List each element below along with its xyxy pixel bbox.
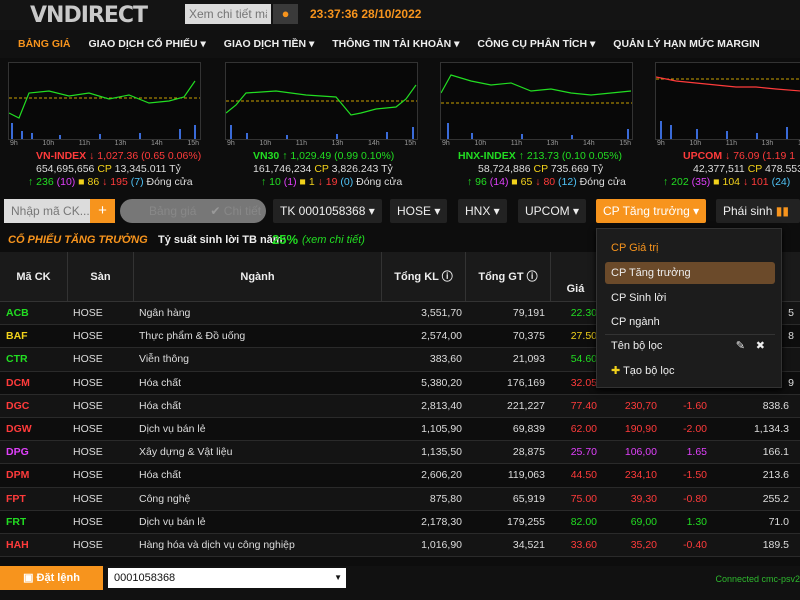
view-toggle[interactable]: Bảng giá ✔ Chi tiết bbox=[120, 199, 266, 223]
menu-stock-trading[interactable]: GIAO DỊCH CỔ PHIẾU ▾ bbox=[80, 38, 215, 50]
index-breadth-line: ↑ 236 (10) ■ 86 ↓ 195 (7) Đóng cửa bbox=[28, 176, 193, 188]
index-volume-line: 161,746,234 CP 3,826.243 Tỷ bbox=[253, 163, 393, 175]
table-row[interactable]: FRT HOSE Dịch vụ bán lẻ 2,178,30 179,255 82.0… bbox=[0, 511, 800, 534]
info-icon: ⓘ bbox=[526, 271, 538, 283]
account-select[interactable]: TK 0001058368 ▾ bbox=[273, 199, 382, 223]
logo: VNDIRECT bbox=[30, 3, 148, 28]
table-row[interactable]: DPM HOSE Hóa chất 2,606,20 119,063 44.50 234,1… bbox=[0, 464, 800, 488]
stock-code-input[interactable]: Nhập mã CK... bbox=[4, 199, 90, 223]
index-chart bbox=[655, 62, 800, 140]
derivative-button[interactable]: Phái sinh ▮▮ bbox=[716, 199, 800, 223]
index-row: 9h 10h 11h 13h 14h 15h VN-INDEX ↓ 1,027.36 (0… bbox=[0, 58, 800, 188]
place-order-button[interactable]: ▣ Đặt lệnh bbox=[0, 566, 103, 590]
index-card-vn30[interactable]: 9h 10h 11h 13h 14h 15h VN30 ↑ 1,029.49 (0.99 … bbox=[225, 62, 418, 189]
dropdown-item-profit[interactable]: CP Sinh lời bbox=[605, 287, 775, 309]
table-row[interactable]: DGW HOSE Dịch vụ bán lẻ 1,105,90 69,839 62.00… bbox=[0, 418, 800, 442]
chart-time-axis: 9h10h11h13h14h15h bbox=[227, 140, 416, 147]
index-volume-line: 42,377,511 CP 478.553 bbox=[693, 163, 800, 175]
edit-icon[interactable]: ✎ bbox=[736, 335, 745, 357]
main-menu: BẢNG GIÁ GIAO DỊCH CỔ PHIẾU ▾ GIAO DỊCH … bbox=[0, 30, 800, 58]
index-breadth-line: ↑ 96 (14) ■ 65 ↓ 80 (12) Đóng cửa bbox=[467, 176, 626, 188]
dropdown-item-create-filter[interactable]: ✚ Tạo bộ lọc bbox=[605, 360, 775, 382]
index-chart bbox=[225, 62, 418, 140]
dropdown-item-growth[interactable]: CP Tăng trưởng bbox=[605, 262, 775, 284]
chart-icon: ▮▮ bbox=[775, 204, 789, 218]
info-icon: ⓘ bbox=[441, 271, 453, 283]
col-industry[interactable]: Ngành bbox=[134, 252, 382, 302]
chevron-down-icon: ▼ bbox=[334, 573, 342, 582]
dropdown-item-value[interactable]: CP Giá trị bbox=[605, 237, 775, 259]
stock-group-dropdown: CP Giá trị CP Tăng trưởng CP Sinh lời CP… bbox=[596, 228, 782, 388]
return-label: Tỷ suất sinh lời TB năm: bbox=[158, 234, 287, 246]
index-volume-line: 58,724,886 CP 735.669 Tỷ bbox=[478, 163, 604, 175]
dropdown-item-industry[interactable]: CP ngành bbox=[605, 311, 775, 333]
menu-price-board[interactable]: BẢNG GIÁ bbox=[0, 38, 80, 50]
index-volume-line: 654,695,656 CP 13,345.011 Tỷ bbox=[36, 163, 181, 175]
col-value[interactable]: Tổng GT ⓘ bbox=[466, 252, 551, 302]
menu-margin[interactable]: QUẢN LÝ HẠN MỨC MARGIN bbox=[604, 38, 768, 50]
return-value: 25% bbox=[272, 232, 299, 247]
eye-icon[interactable]: ● bbox=[273, 4, 298, 24]
table-row[interactable]: HAH HOSE Hàng hóa và dịch vụ công nghiệp 1,… bbox=[0, 533, 800, 558]
menu-cash-trading[interactable]: GIAO DỊCH TIỀN ▾ bbox=[215, 38, 323, 50]
upcom-select[interactable]: UPCOM ▾ bbox=[518, 199, 587, 223]
clock: 23:37:36 28/10/2022 bbox=[310, 7, 422, 21]
table-row[interactable]: DGC HOSE Hóa chất 2,813,40 221,227 77.40 230,7… bbox=[0, 394, 800, 418]
stock-group-select[interactable]: CP Tăng trưởng ▾ bbox=[596, 199, 707, 223]
bottom-bar: ▣ Đặt lệnh 0001058368 ▼ Connected cmc-psv… bbox=[0, 566, 800, 600]
col-exchange[interactable]: Sàn bbox=[68, 252, 134, 302]
order-account-select[interactable]: 0001058368 ▼ bbox=[108, 568, 346, 588]
index-value-line: UPCOM ↓ 76.09 (1.19 1 bbox=[683, 150, 796, 162]
index-chart bbox=[440, 62, 633, 140]
index-breadth-line: ↑ 10 (1) ■ 1 ↓ 19 (0) Đóng cửa bbox=[261, 176, 403, 188]
hose-select[interactable]: HOSE ▾ bbox=[390, 199, 448, 223]
col-price[interactable]: Giá bbox=[551, 252, 601, 302]
table-row[interactable]: DPG HOSE Xây dựng & Vật liệu 1,135,50 28,875… bbox=[0, 441, 800, 465]
dropdown-item-filter-name[interactable]: Tên bộ lọc ✎ ✖ bbox=[605, 334, 775, 356]
top-bar: VNDIRECT ● 23:37:36 28/10/2022 bbox=[0, 0, 800, 30]
price-board-toggle[interactable]: Bảng giá bbox=[127, 204, 196, 218]
col-code[interactable]: Mã CK bbox=[0, 252, 68, 302]
menu-account-info[interactable]: THÔNG TIN TÀI KHOẢN ▾ bbox=[323, 38, 468, 50]
index-chart bbox=[8, 62, 201, 140]
table-row[interactable]: FPT HOSE Công nghệ 875,80 65,919 75.00 39,30 -0… bbox=[0, 487, 800, 511]
index-card-hnx[interactable]: 9h 10h 11h 13h 14h 15h HNX-INDEX ↑ 213.73 (0.… bbox=[440, 62, 633, 189]
cart-icon: ▣ bbox=[23, 572, 34, 584]
plus-icon: ✚ bbox=[611, 365, 621, 377]
col-volume[interactable]: Tổng KL ⓘ bbox=[382, 252, 466, 302]
chart-time-axis: 9h10h11h13h14h15h bbox=[10, 140, 199, 147]
index-card-upcom[interactable]: 9h10h11h13h14h15h UPCOM ↓ 76.09 (1.19 1 … bbox=[655, 62, 800, 189]
hnx-select[interactable]: HNX ▾ bbox=[458, 199, 507, 223]
detail-toggle[interactable]: Chi tiết bbox=[224, 204, 261, 218]
index-value-line: VN-INDEX ↓ 1,027.36 (0.65 0.06%) bbox=[36, 150, 202, 162]
menu-analysis-tools[interactable]: CÔNG CỤ PHÂN TÍCH ▾ bbox=[468, 38, 604, 50]
index-card-vnindex[interactable]: 9h 10h 11h 13h 14h 15h VN-INDEX ↓ 1,027.36 (0… bbox=[8, 62, 201, 189]
delete-icon[interactable]: ✖ bbox=[756, 335, 765, 357]
check-icon: ✔ bbox=[210, 204, 221, 218]
index-value-line: HNX-INDEX ↑ 213.73 (0.10 0.05%) bbox=[458, 150, 623, 162]
filter-bar: Nhập mã CK... + Bảng giá ✔ Chi tiết TK 00… bbox=[0, 199, 800, 227]
group-title: CỔ PHIẾU TĂNG TRƯỞNG bbox=[8, 234, 148, 246]
connection-status: Connected cmc-psv2 bbox=[715, 574, 800, 584]
chart-time-axis: 9h10h11h13h14h15h bbox=[442, 140, 631, 147]
chart-time-axis: 9h10h11h13h14h15h bbox=[657, 140, 800, 147]
view-detail-link[interactable]: (xem chi tiết) bbox=[302, 229, 365, 251]
index-breadth-line: ↑ 202 (35) ■ 104 ↓ 101 (24) bbox=[663, 176, 791, 188]
search-input[interactable] bbox=[185, 4, 271, 24]
index-value-line: VN30 ↑ 1,029.49 (0.99 0.10%) bbox=[253, 150, 395, 162]
add-button[interactable]: + bbox=[90, 199, 115, 223]
